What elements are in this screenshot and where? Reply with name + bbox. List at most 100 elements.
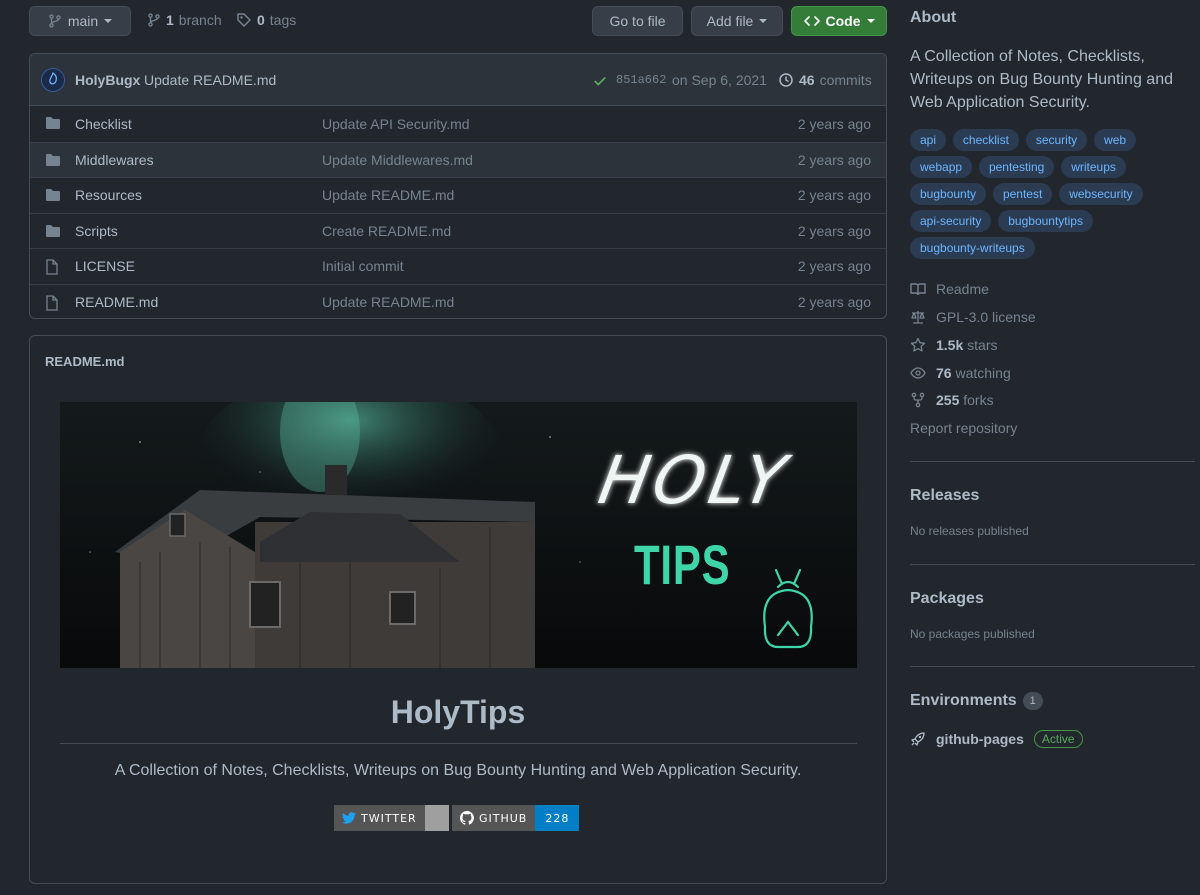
branch-icon bbox=[147, 12, 161, 28]
topic-tag[interactable]: bugbounty bbox=[910, 183, 987, 205]
topic-tag[interactable]: web bbox=[1094, 129, 1137, 151]
tag-label: tags bbox=[269, 12, 297, 28]
code-button[interactable]: Code bbox=[791, 6, 887, 36]
star-icon bbox=[910, 337, 926, 353]
tags-link[interactable]: 0 tags bbox=[236, 12, 296, 28]
file-row[interactable]: LICENSE Initial commit 2 years ago bbox=[30, 248, 886, 284]
topic-tag[interactable]: security bbox=[1025, 129, 1088, 151]
commit-message[interactable]: Update README.md bbox=[144, 72, 276, 88]
eye-icon bbox=[910, 365, 926, 381]
commit-sha[interactable]: 851a662 bbox=[616, 73, 666, 87]
tag-icon bbox=[236, 12, 252, 28]
file-row[interactable]: README.md Update README.md 2 years ago bbox=[30, 283, 886, 319]
check-icon bbox=[593, 74, 607, 88]
forks-label: forks bbox=[963, 392, 994, 408]
sidebar-divider bbox=[910, 564, 1195, 565]
file-name[interactable]: LICENSE bbox=[75, 258, 135, 274]
commit-count: 46 bbox=[799, 72, 815, 88]
report-repository-link[interactable]: Report repository bbox=[910, 420, 1017, 436]
file-name[interactable]: Middlewares bbox=[75, 152, 154, 168]
file-row[interactable]: Middlewares Update Middlewares.md 2 year… bbox=[30, 141, 886, 177]
code-icon bbox=[803, 13, 820, 29]
commit-author[interactable]: HolyBugx bbox=[75, 72, 140, 88]
branch-select-button[interactable]: main bbox=[29, 6, 131, 36]
topic-tag[interactable]: api bbox=[910, 129, 947, 151]
file-commit-message[interactable]: Update README.md bbox=[322, 294, 454, 310]
go-to-file-button[interactable]: Go to file bbox=[592, 6, 683, 36]
github-badge[interactable]: GITHUB 228 bbox=[452, 805, 580, 831]
branch-count: 1 bbox=[166, 12, 174, 28]
license-link[interactable]: GPL-3.0 license bbox=[910, 309, 1036, 325]
environments-heading: Environments bbox=[910, 692, 1017, 709]
watching-label: watching bbox=[955, 365, 1011, 381]
rocket-icon bbox=[910, 731, 926, 747]
file-list: Checklist Update API Security.md 2 years… bbox=[30, 106, 886, 319]
commits-link[interactable]: 46 commits bbox=[778, 72, 872, 88]
file-row[interactable]: Resources Update README.md 2 years ago bbox=[30, 177, 886, 213]
topic-tag[interactable]: websecurity bbox=[1059, 183, 1143, 205]
file-name[interactable]: README.md bbox=[75, 294, 158, 310]
code-label: Code bbox=[825, 13, 861, 29]
twitter-badge[interactable]: TWITTER bbox=[334, 805, 449, 831]
topic-tag[interactable]: writeups bbox=[1061, 156, 1126, 178]
add-file-label: Add file bbox=[706, 13, 754, 29]
folder-icon bbox=[45, 224, 61, 238]
about-heading: About bbox=[910, 9, 957, 26]
add-file-button[interactable]: Add file bbox=[691, 6, 783, 36]
file-commit-message[interactable]: Create README.md bbox=[322, 223, 451, 239]
tag-count: 0 bbox=[257, 12, 265, 28]
commit-count-label: commits bbox=[819, 72, 872, 88]
file-age: 2 years ago bbox=[797, 187, 871, 204]
environment-row[interactable]: github-pages Active bbox=[910, 730, 1083, 748]
forks-link[interactable]: 255 forks bbox=[910, 392, 994, 408]
readme-title: HolyTips bbox=[390, 694, 526, 730]
file-commit-message[interactable]: Update Middlewares.md bbox=[322, 152, 473, 168]
title-divider bbox=[60, 743, 857, 744]
readme-link[interactable]: Readme bbox=[910, 281, 989, 297]
topic-tag[interactable]: checklist bbox=[952, 129, 1019, 151]
file-name[interactable]: Scripts bbox=[75, 223, 118, 239]
github-badge-count: 228 bbox=[535, 805, 580, 831]
topic-tag[interactable]: api-security bbox=[910, 210, 992, 232]
banner-holy-text: HOLY bbox=[593, 442, 796, 519]
banner-tips-text: TIPS bbox=[634, 533, 731, 596]
file-row[interactable]: Checklist Update API Security.md 2 years… bbox=[30, 106, 886, 142]
github-badge-label: GITHUB bbox=[479, 811, 528, 825]
file-commit-message[interactable]: Update API Security.md bbox=[322, 116, 470, 132]
file-icon bbox=[45, 259, 59, 275]
file-commit-message[interactable]: Update README.md bbox=[322, 187, 454, 203]
folder-icon bbox=[45, 116, 61, 130]
topic-tag[interactable]: bugbountytips bbox=[998, 210, 1093, 232]
releases-heading[interactable]: Releases bbox=[910, 487, 979, 505]
file-row[interactable]: Scripts Create README.md 2 years ago bbox=[30, 212, 886, 249]
readme-banner: HOLY TIPS bbox=[60, 402, 857, 668]
license-label: GPL-3.0 license bbox=[936, 309, 1036, 325]
environments-heading-row[interactable]: Environments 1 bbox=[910, 692, 1043, 710]
stars-count: 1.5k bbox=[936, 337, 964, 353]
packages-empty-text: No packages published bbox=[910, 627, 1035, 641]
twitter-badge-label: TWITTER bbox=[361, 811, 417, 825]
stars-link[interactable]: 1.5k stars bbox=[910, 337, 997, 353]
watching-count: 76 bbox=[936, 365, 952, 381]
file-age: 2 years ago bbox=[797, 222, 871, 239]
branches-link[interactable]: 1 branch bbox=[147, 12, 222, 28]
topic-tag[interactable]: pentest bbox=[992, 183, 1053, 205]
file-name[interactable]: Checklist bbox=[75, 116, 132, 132]
branch-name: main bbox=[67, 13, 99, 29]
folder-icon bbox=[45, 188, 61, 202]
fork-icon bbox=[910, 392, 926, 408]
topic-tag[interactable]: webapp bbox=[910, 156, 973, 178]
topic-tag[interactable]: bugbounty-writeups bbox=[910, 237, 1035, 259]
packages-heading[interactable]: Packages bbox=[910, 590, 984, 608]
file-commit-message[interactable]: Initial commit bbox=[322, 258, 404, 274]
watching-link[interactable]: 76 watching bbox=[910, 365, 1011, 381]
environment-name: github-pages bbox=[936, 731, 1024, 747]
sidebar-divider bbox=[910, 461, 1195, 462]
readme-link-label: Readme bbox=[936, 281, 989, 297]
file-name[interactable]: Resources bbox=[75, 187, 142, 203]
folder-icon bbox=[45, 153, 61, 167]
topic-tag[interactable]: pentesting bbox=[978, 156, 1055, 178]
readme-filename[interactable]: README.md bbox=[45, 354, 124, 369]
branch-label: branch bbox=[178, 12, 222, 28]
avatar[interactable] bbox=[41, 68, 65, 92]
